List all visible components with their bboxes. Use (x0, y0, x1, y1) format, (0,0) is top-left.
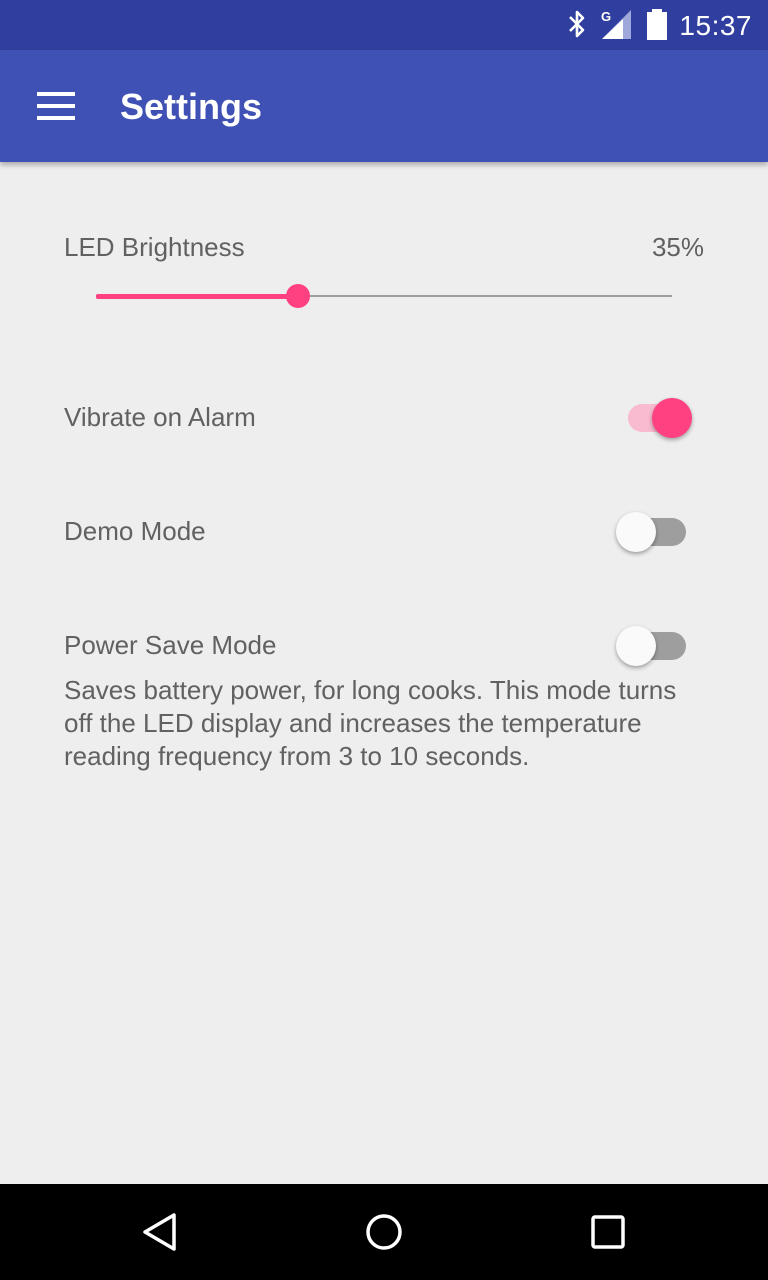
page-title: Settings (120, 86, 263, 127)
app-bar: Settings (0, 50, 768, 162)
recents-icon (591, 1215, 625, 1249)
status-bar: G 15:37 (0, 0, 768, 50)
vibrate-on-alarm-switch[interactable] (618, 390, 694, 438)
slider-fill (96, 294, 298, 299)
demo-mode-switch[interactable] (616, 504, 694, 552)
vibrate-on-alarm-label: Vibrate on Alarm (64, 402, 256, 432)
home-button[interactable] (352, 1204, 416, 1260)
led-brightness-value: 35% (651, 232, 704, 262)
recents-button[interactable] (576, 1204, 640, 1260)
navigation-bar (0, 1184, 768, 1280)
power-save-mode-label: Power Save Mode (64, 630, 277, 660)
status-time: 15:37 (679, 10, 752, 41)
led-brightness-label: LED Brightness (64, 232, 245, 262)
power-save-mode-switch[interactable] (616, 618, 694, 666)
menu-button[interactable] (24, 76, 88, 136)
switch-thumb (616, 512, 656, 552)
slider-thumb[interactable] (286, 284, 310, 308)
back-icon (143, 1213, 176, 1251)
switch-thumb (652, 398, 692, 438)
signal-icon (602, 10, 631, 39)
bluetooth-icon (569, 10, 585, 38)
led-brightness-slider[interactable] (96, 280, 672, 312)
back-button[interactable] (128, 1204, 192, 1260)
switch-thumb (616, 626, 656, 666)
hamburger-menu-icon (37, 92, 75, 120)
demo-mode-label: Demo Mode (64, 516, 206, 546)
home-icon (366, 1214, 402, 1250)
power-save-mode-description: Saves battery power, for long cooks. Thi… (64, 675, 677, 771)
battery-icon (647, 9, 667, 40)
